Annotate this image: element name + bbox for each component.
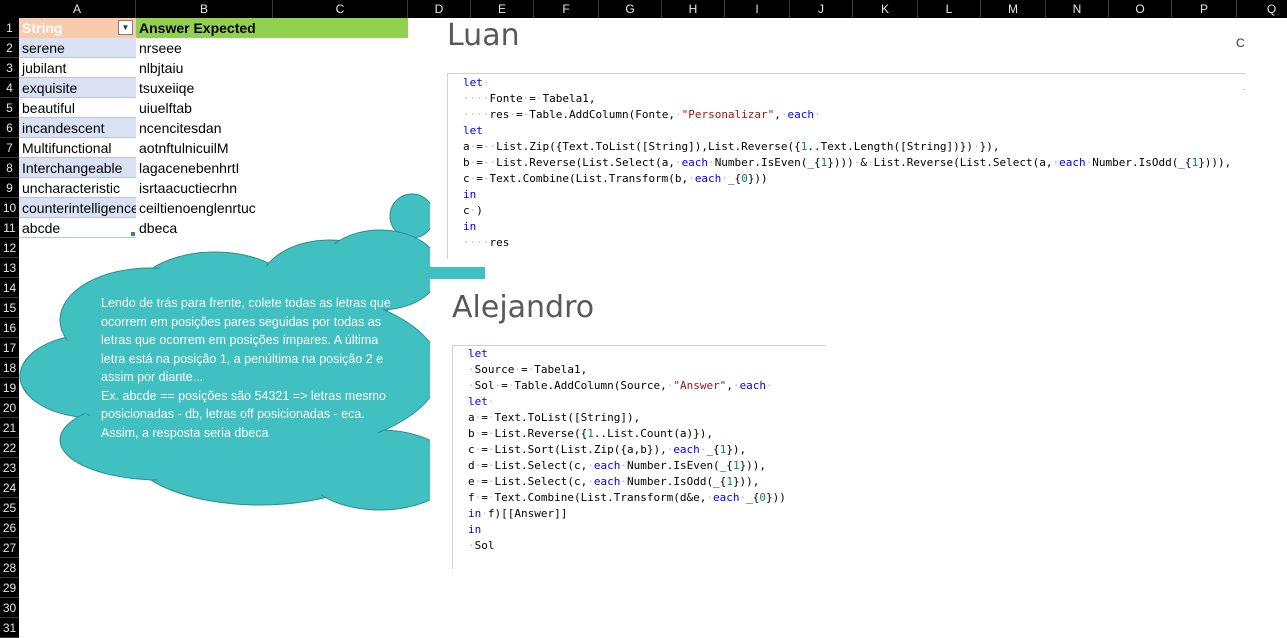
cloud-text-line: ocorrem em posições pares seguidas por t… <box>101 314 382 329</box>
alejandro-code-block: let ·Source·=·Tabela1, ·Sol·=·Table.AddC… <box>468 346 828 554</box>
luan-code-block: let· ····Fonte·=·Tabela1, ····res·=·Tabl… <box>463 75 1243 251</box>
luan-code-border-top <box>447 73 1245 74</box>
cloud-text-line: letras que ocorrem em posições ímpares. … <box>101 333 379 347</box>
cloud-text-line: posicionadas - db, letras off posicionad… <box>101 407 365 421</box>
cloud-text-line: Assim, a resposta seria dbeca <box>101 425 269 440</box>
alejandro-code-border-left <box>452 345 453 569</box>
spreadsheet: ABCDEFGHIJKLMNOPQ 1 2 3 4 5 6 7 8 9 10 11 12 13 14 15 1… <box>0 0 1287 638</box>
luan-title: Luan <box>447 18 520 53</box>
luan-code-border-left <box>447 73 448 259</box>
cloud-text-line: letra está na posição 1, a penúltima na … <box>101 351 384 366</box>
stray-char: C <box>1236 36 1245 50</box>
cloud-callout-text: Lendo de trás para frente, colete todas … <box>101 294 419 442</box>
cloud-text-line: Lendo de trás para frente, colete todas … <box>101 296 391 310</box>
cloud-text-line: assim por diante... <box>101 370 204 384</box>
alejandro-title: Alejandro <box>452 290 595 325</box>
cloud-text-line: Ex. abcde == posições são 54321 => letra… <box>101 388 386 403</box>
